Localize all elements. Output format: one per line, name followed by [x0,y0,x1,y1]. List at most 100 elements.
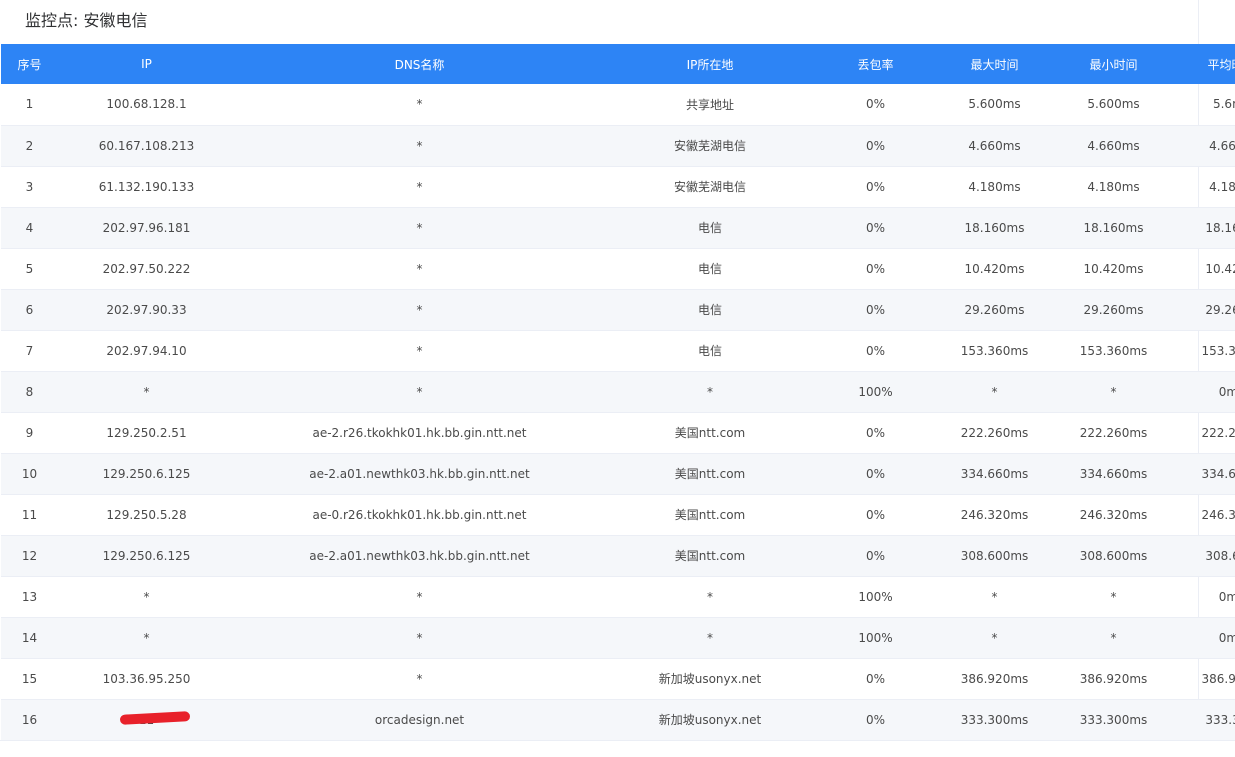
cell-min-time-text: 29.260ms [1083,302,1144,317]
cell-max-time: 10.420ms [935,248,1054,290]
cell-avg-time-text: 386.92ms [1201,671,1235,686]
cell-location-text: 共享地址 [685,97,734,112]
col-header-avg-time[interactable]: 平均时间 [1173,44,1235,84]
cell-location-text: * [707,384,713,399]
cell-min-time-text: 4.180ms [1087,179,1140,194]
cell-index: 4 [1,207,58,249]
cell-dns: * [235,125,604,167]
cell-avg-time-text: 0ms [1218,630,1235,645]
cell-loss-text: 0% [865,466,886,481]
col-header-ip[interactable]: IP [58,44,235,84]
cell-location: 新加坡usonyx.net [604,658,816,700]
table-row: 7 202.97.94.10 * 电信 0% 153.360ms 153.360ms 153.… [1,330,1235,372]
cell-min-time: 308.600ms [1054,535,1173,577]
cell-dns-text: ae-0.r26.tkokhk01.hk.bb.gin.ntt.net [312,507,527,522]
cell-index-text: 2 [25,138,34,153]
cell-ip-text: * [143,384,150,399]
cell-avg-time: 0ms [1173,371,1235,413]
cell-index-text: 10 [21,466,38,481]
cell-location-text: 新加坡usonyx.net [658,713,762,727]
cell-index-text: 1 [25,97,34,112]
cell-index: 1 [1,84,58,126]
cell-max-time: 29.260ms [935,289,1054,331]
cell-avg-time-text: 10.42ms [1205,261,1235,276]
cell-dns: ae-2.r26.tkokhk01.hk.bb.gin.ntt.net [235,412,604,454]
cell-dns: ae-0.r26.tkokhk01.hk.bb.gin.ntt.net [235,494,604,536]
cell-loss: 0% [816,453,935,495]
cell-location: * [604,617,816,659]
table-row: 3 61.132.190.133 * 安徽芜湖电信 0% 4.180ms 4.180ms 4.… [1,166,1235,208]
cell-loss-text: 0% [865,507,886,522]
col-header-location[interactable]: IP所在地 [604,44,816,84]
cell-location: 美国ntt.com [604,412,816,454]
cell-location: 电信 [604,289,816,331]
cell-ip: 202.97.90.33 [58,289,235,331]
cell-avg-time: 0ms [1173,576,1235,618]
cell-ip: * [58,371,235,413]
cell-max-time: * [935,576,1054,618]
cell-location: 新加坡usonyx.net [604,699,816,741]
cell-dns: * [235,166,604,208]
cell-ip-text: 60.167.108.213 [98,138,195,153]
cell-dns-text: * [416,302,423,317]
cell-index-text: 11 [21,507,38,522]
table-row: 16 11 orcadesign.net 新加坡usonyx.net 0% 333.300… [1,699,1235,741]
cell-location: 美国ntt.com [604,535,816,577]
cell-dns-text: ae-2.a01.newthk03.hk.bb.gin.ntt.net [309,466,530,481]
col-header-dns[interactable]: DNS名称 [235,44,604,84]
cell-dns: * [235,248,604,290]
cell-dns: * [235,576,604,618]
cell-max-time: 222.260ms [935,412,1054,454]
cell-min-time: 4.180ms [1054,166,1173,208]
cell-avg-time-text: 246.32ms [1201,507,1235,522]
cell-avg-time: 334.66ms [1173,453,1235,495]
cell-loss-text: 0% [865,179,886,194]
cell-ip: 103.36.95.250 [58,658,235,700]
cell-loss-text: 0% [865,425,886,440]
cell-dns: * [235,658,604,700]
cell-index-text: 9 [25,425,34,440]
col-header-loss[interactable]: 丢包率 [816,44,935,84]
cell-dns-text: * [416,671,423,686]
cell-loss: 0% [816,658,935,700]
cell-dns-text: * [416,138,423,153]
cell-loss-text: 0% [865,97,886,112]
cell-loss: 0% [816,289,935,331]
cell-dns-text: ae-2.r26.tkokhk01.hk.bb.gin.ntt.net [312,425,527,440]
cell-avg-time: 4.66ms [1173,125,1235,167]
cell-dns-text: * [416,220,423,235]
cell-dns-text: * [416,630,423,645]
cell-dns: * [235,371,604,413]
cell-location: 共享地址 [604,84,816,126]
cell-max-time-text: * [991,589,998,604]
cell-dns: * [235,207,604,249]
cell-max-time: 308.600ms [935,535,1054,577]
cell-min-time: 4.660ms [1054,125,1173,167]
cell-loss-text: 0% [865,261,886,276]
col-header-index[interactable]: 序号 [1,44,58,84]
cell-index: 8 [1,371,58,413]
cell-min-time: 10.420ms [1054,248,1173,290]
cell-loss: 0% [816,248,935,290]
monitor-panel: 监控点: 安徽电信 序号 IP DNS名称 IP所在地 丢包率 最大时间 最小时… [0,0,1235,741]
cell-loss-text: 100% [858,589,893,604]
cell-ip: 61.132.190.133 [58,166,235,208]
cell-min-time-text: 5.600ms [1087,97,1140,112]
col-header-min-time[interactable]: 最小时间 [1054,44,1173,84]
cell-location-text: 安徽芜湖电信 [673,139,746,153]
cell-min-time-text: 10.420ms [1083,261,1144,276]
traceroute-table: 序号 IP DNS名称 IP所在地 丢包率 最大时间 最小时间 平均时间 110… [1,44,1235,741]
col-header-max-time[interactable]: 最大时间 [935,44,1054,84]
cell-min-time: 246.320ms [1054,494,1173,536]
cell-location-text: 美国ntt.com [674,549,746,563]
cell-min-time-text: 308.600ms [1079,548,1148,563]
table-row: 11 129.250.5.28 ae-0.r26.tkokhk01.hk.bb.gi… [1,494,1235,536]
cell-loss: 100% [816,371,935,413]
cell-ip-text: 103.36.95.250 [102,671,191,686]
cell-min-time-text: 153.360ms [1079,343,1148,358]
table-row: 1 100.68.128.1 * 共享地址 0% 5.600ms 5.600ms 5.6ms [1,84,1235,126]
cell-index-text: 4 [25,220,34,235]
cell-avg-time: 10.42ms [1173,248,1235,290]
cell-avg-time: 29.26ms [1173,289,1235,331]
cell-loss-text: 0% [865,138,886,153]
